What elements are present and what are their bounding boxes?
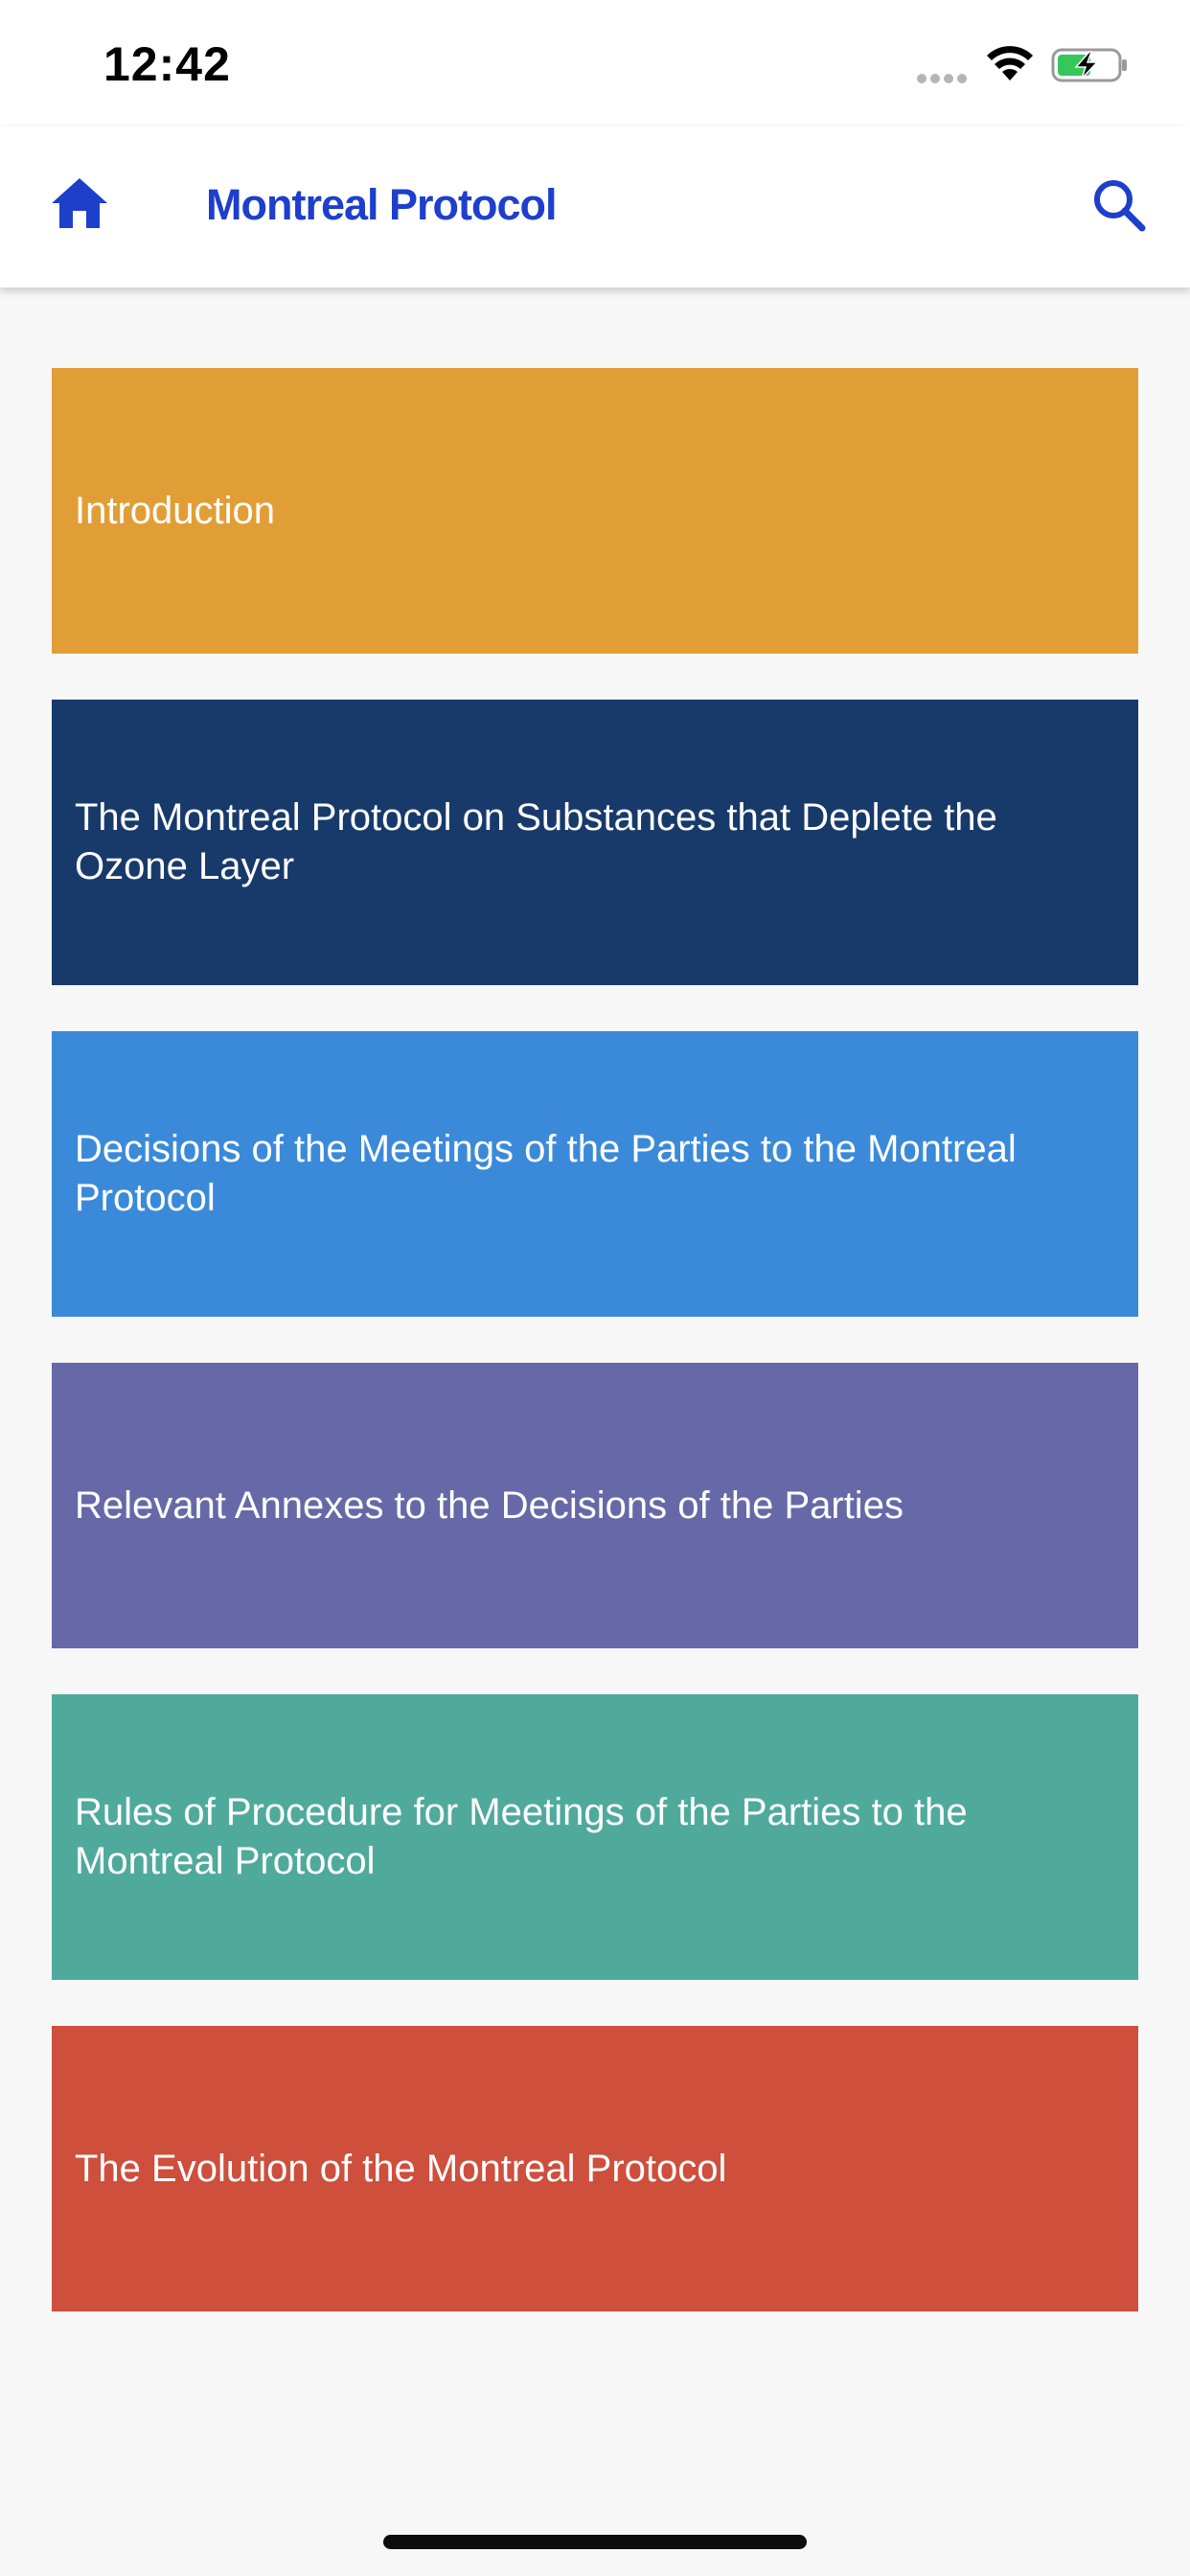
menu-card-rules-of-procedure[interactable]: Rules of Procedure for Meetings of the P… — [52, 1694, 1138, 1980]
app-screen: 12:42 Montreal Protocol Introduction The… — [0, 0, 1190, 2576]
menu-card-decisions[interactable]: Decisions of the Meetings of the Parties… — [52, 1031, 1138, 1317]
wifi-icon — [987, 46, 1033, 80]
menu-card-label: Decisions of the Meetings of the Parties… — [75, 1128, 1017, 1219]
menu-card-evolution[interactable]: The Evolution of the Montreal Protocol — [52, 2026, 1138, 2312]
menu-card-label: The Montreal Protocol on Substances that… — [75, 796, 997, 887]
status-time: 12:42 — [103, 37, 231, 91]
home-icon[interactable] — [50, 174, 109, 232]
battery-charging-icon — [1051, 48, 1127, 82]
menu-card-label: Introduction — [75, 489, 276, 532]
cellular-signal-icon — [917, 71, 973, 83]
menu-card-protocol-text[interactable]: The Montreal Protocol on Substances that… — [52, 700, 1138, 985]
menu-card-label: Rules of Procedure for Meetings of the P… — [75, 1791, 968, 1882]
menu-card-introduction[interactable]: Introduction — [52, 368, 1138, 654]
menu-card-label: The Evolution of the Montreal Protocol — [75, 2147, 727, 2190]
menu-card-label: Relevant Annexes to the Decisions of the… — [75, 1484, 904, 1527]
home-indicator[interactable] — [383, 2535, 807, 2549]
status-bar: 12:42 — [0, 0, 1190, 126]
search-icon[interactable] — [1092, 178, 1146, 232]
section-menu: Introduction The Montreal Protocol on Su… — [52, 368, 1138, 2358]
menu-card-annexes[interactable]: Relevant Annexes to the Decisions of the… — [52, 1363, 1138, 1648]
page-title: Montreal Protocol — [206, 180, 558, 229]
navigation-bar: Montreal Protocol — [0, 126, 1190, 288]
